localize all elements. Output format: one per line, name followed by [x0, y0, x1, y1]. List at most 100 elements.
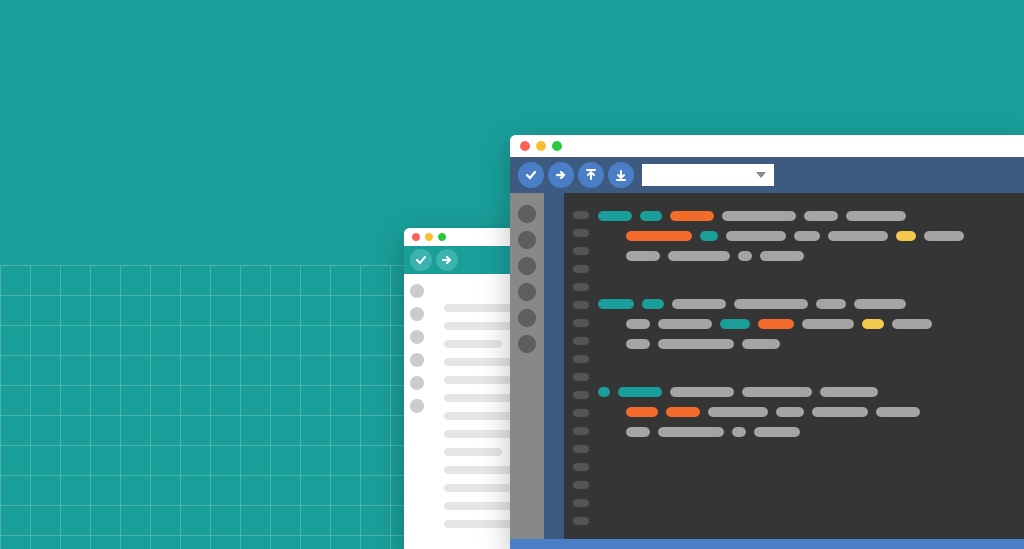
line-number: [573, 247, 589, 255]
arrow-right-icon: [554, 168, 568, 182]
code-token: [672, 299, 726, 309]
code-token: [734, 299, 808, 309]
download-icon: [614, 168, 628, 182]
line-number: [573, 211, 589, 219]
code-token: [720, 319, 750, 329]
code-line: [598, 387, 1024, 397]
code-token: [802, 319, 854, 329]
sidebar-dot[interactable]: [518, 335, 536, 353]
code-line: [444, 376, 511, 384]
code-line: [598, 251, 1024, 261]
code-token: [828, 231, 888, 241]
code-token: [854, 299, 906, 309]
sidebar-dot: [410, 284, 424, 298]
code-token: [726, 231, 786, 241]
line-number: [573, 355, 589, 363]
line-number: [573, 427, 589, 435]
code-token: [722, 211, 796, 221]
sidebar-dot: [410, 330, 424, 344]
code-token: [658, 319, 712, 329]
code-token: [804, 211, 838, 221]
code-token: [670, 211, 714, 221]
code-token: [626, 407, 658, 417]
code-token: [742, 387, 812, 397]
line-number: [573, 499, 589, 507]
code-token: [708, 407, 768, 417]
line-number: [573, 301, 589, 309]
code-token: [812, 407, 868, 417]
code-token: [670, 387, 734, 397]
code-token: [742, 339, 780, 349]
code-token: [658, 427, 724, 437]
arrow-right-icon: [441, 254, 453, 266]
close-icon[interactable]: [520, 141, 530, 151]
code-line: [444, 520, 517, 528]
code-line: [598, 339, 1024, 349]
sidebar-dot[interactable]: [518, 283, 536, 301]
upload-icon: [584, 168, 598, 182]
sidebar-dot[interactable]: [518, 205, 536, 223]
code-token: [738, 251, 752, 261]
upload-button[interactable]: [578, 162, 604, 188]
line-number: [573, 391, 589, 399]
titlebar: [510, 135, 1024, 157]
code-line: [598, 427, 1024, 437]
code-token: [626, 251, 660, 261]
sidebar: [510, 193, 544, 549]
code-editor[interactable]: [564, 193, 1024, 549]
maximize-icon[interactable]: [438, 233, 446, 241]
code-line: [598, 231, 1024, 241]
background-grid: [0, 265, 420, 549]
code-line: [444, 340, 502, 348]
gutter: [544, 193, 564, 549]
verify-button[interactable]: [518, 162, 544, 188]
code-token: [598, 211, 632, 221]
code-token: [642, 299, 664, 309]
sidebar-dot[interactable]: [518, 231, 536, 249]
code-token: [668, 251, 730, 261]
sidebar-dot[interactable]: [518, 309, 536, 327]
code-token: [618, 387, 662, 397]
maximize-icon[interactable]: [552, 141, 562, 151]
code-token: [626, 339, 650, 349]
line-numbers: [564, 193, 598, 549]
line-number: [573, 463, 589, 471]
download-button[interactable]: [608, 162, 634, 188]
code-token: [732, 427, 746, 437]
line-number: [573, 337, 589, 345]
code-line: [444, 304, 517, 312]
code-token: [760, 251, 804, 261]
run-button[interactable]: [548, 162, 574, 188]
code-line: [598, 407, 1024, 417]
line-number: [573, 517, 589, 525]
minimize-icon[interactable]: [425, 233, 433, 241]
code-token: [666, 407, 700, 417]
code-token: [626, 231, 692, 241]
line-number: [573, 319, 589, 327]
board-select[interactable]: [642, 164, 774, 186]
line-number: [573, 373, 589, 381]
check-icon: [524, 168, 538, 182]
line-number: [573, 229, 589, 237]
code-token: [640, 211, 662, 221]
verify-button[interactable]: [410, 249, 432, 271]
code-token: [626, 319, 650, 329]
code-token: [598, 299, 634, 309]
code-token: [626, 427, 650, 437]
code-content: [598, 193, 1024, 549]
minimize-icon[interactable]: [536, 141, 546, 151]
sidebar-dot: [410, 353, 424, 367]
code-token: [924, 231, 964, 241]
line-number: [573, 283, 589, 291]
upload-button[interactable]: [436, 249, 458, 271]
sidebar-dot: [410, 307, 424, 321]
line-number: [573, 409, 589, 417]
close-icon[interactable]: [412, 233, 420, 241]
line-number: [573, 445, 589, 453]
toolbar: [510, 157, 1024, 193]
sidebar-dot[interactable]: [518, 257, 536, 275]
code-line: [444, 448, 502, 456]
code-token: [658, 339, 734, 349]
sidebar-dot: [410, 399, 424, 413]
code-token: [896, 231, 916, 241]
